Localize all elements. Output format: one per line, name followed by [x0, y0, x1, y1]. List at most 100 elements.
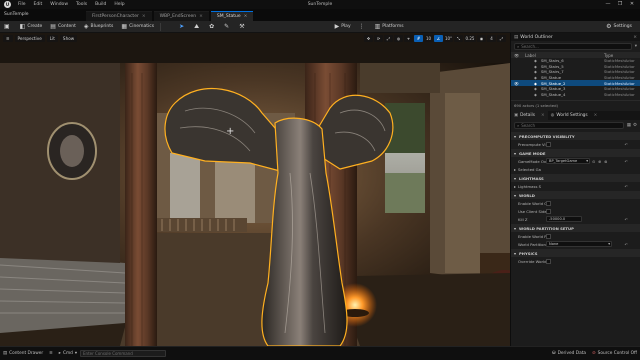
platforms-icon: ▥: [374, 23, 381, 30]
checkbox[interactable]: [546, 200, 551, 206]
platforms-button[interactable]: ▥ Platforms: [371, 22, 408, 32]
reset-icon[interactable]: ↶: [625, 217, 628, 222]
filter-icon[interactable]: ▾: [635, 44, 637, 49]
grid-snap-icon[interactable]: #: [414, 34, 423, 42]
source-control-icon: ⊘: [592, 351, 596, 356]
close-icon[interactable]: ×: [633, 35, 637, 40]
settings-gear-icon[interactable]: ⚙: [633, 123, 637, 128]
unreal-logo-icon[interactable]: U: [4, 1, 11, 8]
foliage-mode-button[interactable]: ✿: [205, 22, 220, 32]
translate-tool-icon[interactable]: ✥: [364, 34, 373, 42]
tab-wbp-endscreen[interactable]: WBP_EndScreen ×: [153, 11, 209, 21]
landscape-mode-button[interactable]: ⛰: [190, 22, 205, 32]
reset-icon[interactable]: ↶: [625, 142, 628, 147]
tab-details[interactable]: ▣ Details ×: [511, 111, 548, 120]
add-icon[interactable]: ⊕: [598, 159, 601, 164]
surface-snap-icon[interactable]: ⌖: [404, 34, 413, 42]
grid-snap-value[interactable]: 10: [424, 34, 433, 42]
world-partition-dropdown[interactable]: None ▾: [546, 241, 612, 247]
status-bar: ▤ Content Drawer ≡ ▸ Cmd ▾ Enter Console Co…: [0, 346, 640, 360]
browse-icon[interactable]: ⊙: [592, 159, 595, 164]
section-world[interactable]: ▾ WORLD: [511, 191, 640, 199]
rotation-snap-icon[interactable]: ∠: [434, 34, 443, 42]
console-command-input[interactable]: Enter Console Command: [80, 350, 167, 357]
checkbox[interactable]: [546, 141, 551, 147]
cinematics-button[interactable]: ▦ Cinematics: [117, 22, 158, 32]
label-column-header[interactable]: Label: [525, 53, 536, 58]
cmd-dropdown[interactable]: ▸ Cmd ▾: [56, 351, 80, 356]
tab-world-settings[interactable]: ◍ World Settings ×: [548, 111, 601, 120]
rotation-snap-value[interactable]: 10°: [444, 34, 453, 42]
select-mode-button[interactable]: ➤: [175, 22, 190, 32]
close-icon[interactable]: ×: [594, 113, 598, 118]
settings-button[interactable]: ⚙ Settings: [602, 22, 636, 32]
output-log-button[interactable]: ≡: [46, 351, 56, 356]
menu-build[interactable]: Build: [91, 2, 110, 7]
rotate-tool-icon[interactable]: ⟳: [374, 34, 383, 42]
derived-data-button[interactable]: ⛁ Derived Data: [549, 351, 589, 356]
play-options-button[interactable]: ⋮: [355, 22, 371, 32]
outliner-search-input[interactable]: ⌕ Search...: [514, 43, 632, 50]
tab-close-icon[interactable]: ×: [244, 14, 248, 19]
clear-icon[interactable]: ⊗: [604, 159, 607, 164]
level-viewport[interactable]: ≡ Perspective Lit Show ✥ ⟳ ⤢ ◍ ⌖ # 10 ∠ …: [0, 33, 510, 346]
section-physics[interactable]: ▾ PHYSICS: [511, 249, 640, 257]
source-control-button[interactable]: ⊘ Source Control Off: [589, 351, 640, 356]
lit-button[interactable]: Lit: [46, 34, 58, 42]
checkbox[interactable]: [546, 258, 551, 264]
section-game-mode[interactable]: ▾ GAME MODE: [511, 149, 640, 157]
tab-close-icon[interactable]: ×: [142, 14, 146, 19]
checkbox[interactable]: [546, 208, 551, 214]
play-button[interactable]: ▶ Play: [331, 22, 355, 32]
tab-close-icon[interactable]: ×: [199, 14, 203, 19]
grid-view-icon[interactable]: ▦: [627, 123, 631, 128]
close-icon[interactable]: ✕: [626, 0, 638, 9]
perspective-button[interactable]: Perspective: [14, 34, 45, 42]
camera-speed-value[interactable]: 4: [487, 34, 496, 42]
viewport-menu-button[interactable]: ≡: [3, 34, 13, 42]
menu-file[interactable]: File: [14, 2, 30, 7]
section-precomputed-visibility[interactable]: ▾ PRECOMPUTED VISIBILITY: [511, 132, 640, 140]
menu-window[interactable]: Window: [46, 2, 72, 7]
minimize-icon[interactable]: —: [602, 0, 614, 9]
menu-tools[interactable]: Tools: [72, 2, 91, 7]
close-icon[interactable]: ×: [541, 113, 545, 118]
mesh-icon: ◆: [534, 69, 537, 75]
section-lightmass[interactable]: ▾ LIGHTMASS: [511, 174, 640, 182]
list-item[interactable]: ◆ SM_Statue_4 StaticMeshActor: [511, 92, 640, 98]
scene-render[interactable]: [0, 33, 510, 346]
show-button[interactable]: Show: [59, 34, 78, 42]
modeling-button[interactable]: ⚒: [235, 22, 250, 32]
reset-icon[interactable]: ↶: [625, 184, 628, 189]
save-button[interactable]: ▣: [0, 22, 16, 32]
mesh-paint-button[interactable]: ✎: [220, 22, 235, 32]
scale-snap-icon[interactable]: ⤡: [454, 34, 463, 42]
section-world-partition-setup[interactable]: ▾ WORLD PARTITION SETUP: [511, 224, 640, 232]
level-name[interactable]: SunTemple: [4, 10, 29, 20]
visibility-column-icon[interactable]: 👁: [514, 53, 519, 58]
camera-speed-icon[interactable]: ◉: [477, 34, 486, 42]
world-space-icon[interactable]: ◍: [394, 34, 403, 42]
menu-edit[interactable]: Edit: [30, 2, 47, 7]
type-column-header[interactable]: Type: [604, 53, 613, 58]
menu-help[interactable]: Help: [110, 2, 128, 7]
maximize-icon[interactable]: ❐: [614, 0, 626, 9]
tab-sm-statue[interactable]: SM_Statue ×: [210, 11, 254, 21]
create-button[interactable]: ◧ Create: [16, 22, 47, 32]
reset-icon[interactable]: ↶: [625, 159, 628, 164]
eye-icon[interactable]: 👁: [514, 81, 519, 86]
blueprints-button[interactable]: ◈ Blueprints: [80, 22, 118, 32]
prop-selected-gamemode[interactable]: ▸ Selected Ga: [511, 165, 640, 173]
gamemode-dropdown[interactable]: BP_TargetGame ▾: [546, 158, 590, 164]
reset-icon[interactable]: ↶: [625, 242, 628, 247]
kill-z-input[interactable]: -50000.0: [546, 216, 582, 222]
maximize-viewport-icon[interactable]: ⤢: [497, 34, 506, 42]
prop-lightmass-settings[interactable]: ▸ Lightmass S ↶: [511, 182, 640, 190]
scale-tool-icon[interactable]: ⤢: [384, 34, 393, 42]
tab-firstpersoncharacter[interactable]: FirstPersonCharacter ×: [86, 11, 152, 21]
content-drawer-button[interactable]: ▤ Content Drawer: [0, 351, 46, 356]
checkbox[interactable]: [546, 233, 551, 239]
scale-snap-value[interactable]: 0.25: [464, 34, 476, 42]
details-search-input[interactable]: ⌕ Search: [514, 122, 624, 129]
content-button[interactable]: ▤ Content: [46, 22, 80, 32]
